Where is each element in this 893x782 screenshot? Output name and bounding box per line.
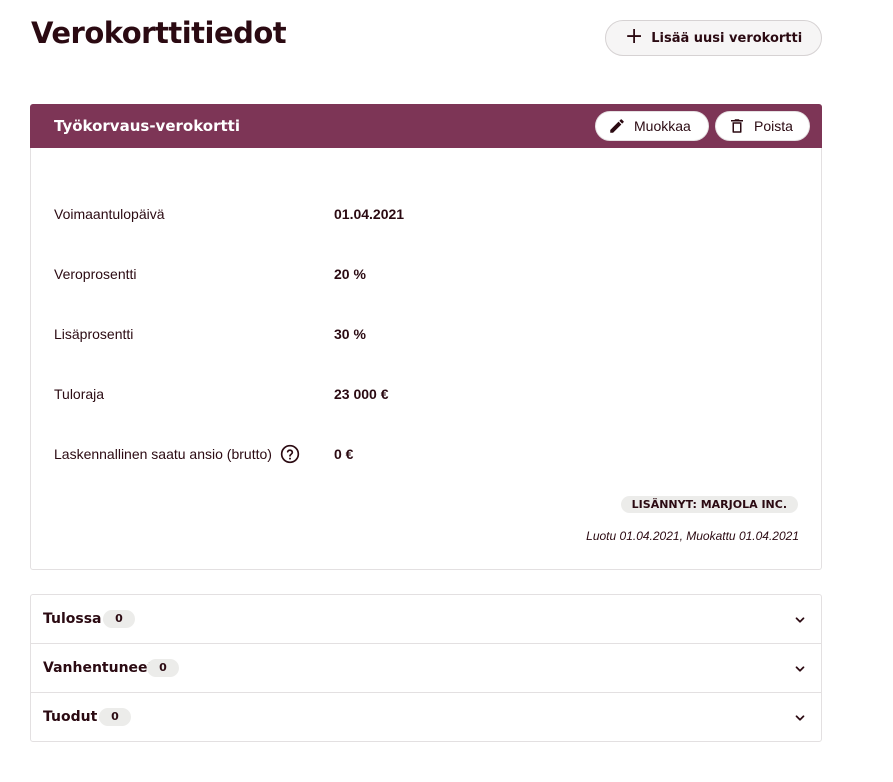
accordion-upcoming-label: Tulossa [43, 611, 102, 627]
pencil-icon [610, 119, 624, 133]
additional-rate-label: Lisäprosentti [54, 326, 134, 342]
accordion-imported[interactable]: Tuodut 0 [31, 693, 821, 742]
delete-button-label: Poista [754, 118, 793, 134]
plus-icon: + [624, 24, 644, 49]
chevron-down-icon [795, 715, 805, 721]
tax-card: Työkorvaus-verokortti Muokkaa Poista Voi… [30, 104, 822, 570]
accordion-imported-label: Tuodut [43, 709, 98, 725]
estimated-income-label: Laskennallinen saatu ansio (brutto) [54, 446, 272, 462]
accordion-upcoming[interactable]: Tulossa 0 [31, 595, 821, 644]
income-limit-value: 23 000 € [334, 386, 389, 402]
income-limit-label: Tuloraja [54, 386, 105, 402]
effective-date-label: Voimaantulopäivä [54, 206, 165, 222]
additional-rate-value: 30 % [334, 326, 366, 342]
tax-card-header: Työkorvaus-verokortti Muokkaa Poista [30, 104, 822, 148]
effective-date-value: 01.04.2021 [334, 206, 405, 222]
accordion-expired-label: Vanhentuneet [43, 660, 155, 676]
count-badge: 0 [147, 659, 179, 677]
tax-rate-value: 20 % [334, 266, 366, 282]
count-badge: 0 [99, 708, 131, 726]
tax-rate-label: Veroprosentti [54, 266, 137, 282]
trash-icon [731, 119, 743, 133]
delete-button[interactable]: Poista [715, 111, 810, 141]
timestamps: Luotu 01.04.2021, Muokattu 01.04.2021 [586, 529, 799, 543]
estimated-income-row: Laskennallinen saatu ansio (brutto) [54, 444, 300, 464]
page-title: Verokorttitiedot [31, 16, 287, 50]
count-badge: 0 [103, 610, 135, 628]
edit-button-label: Muokkaa [634, 118, 691, 134]
edit-button[interactable]: Muokkaa [595, 111, 709, 141]
tax-card-title: Työkorvaus-verokortti [54, 117, 240, 135]
accordion-expired[interactable]: Vanhentuneet 0 [31, 644, 821, 693]
added-by-badge: LISÄNNYT: MARJOLA INC. [620, 496, 798, 513]
question-circle-icon[interactable] [280, 444, 300, 464]
chevron-down-icon [795, 666, 805, 672]
chevron-down-icon [795, 617, 805, 623]
estimated-income-value: 0 € [334, 446, 354, 462]
tax-card-groups: Tulossa 0 Vanhentuneet 0 Tuodut 0 [30, 594, 822, 742]
add-tax-card-button[interactable]: + Lisää uusi verokortti [605, 20, 822, 56]
add-tax-card-label: Lisää uusi verokortti [651, 30, 803, 46]
